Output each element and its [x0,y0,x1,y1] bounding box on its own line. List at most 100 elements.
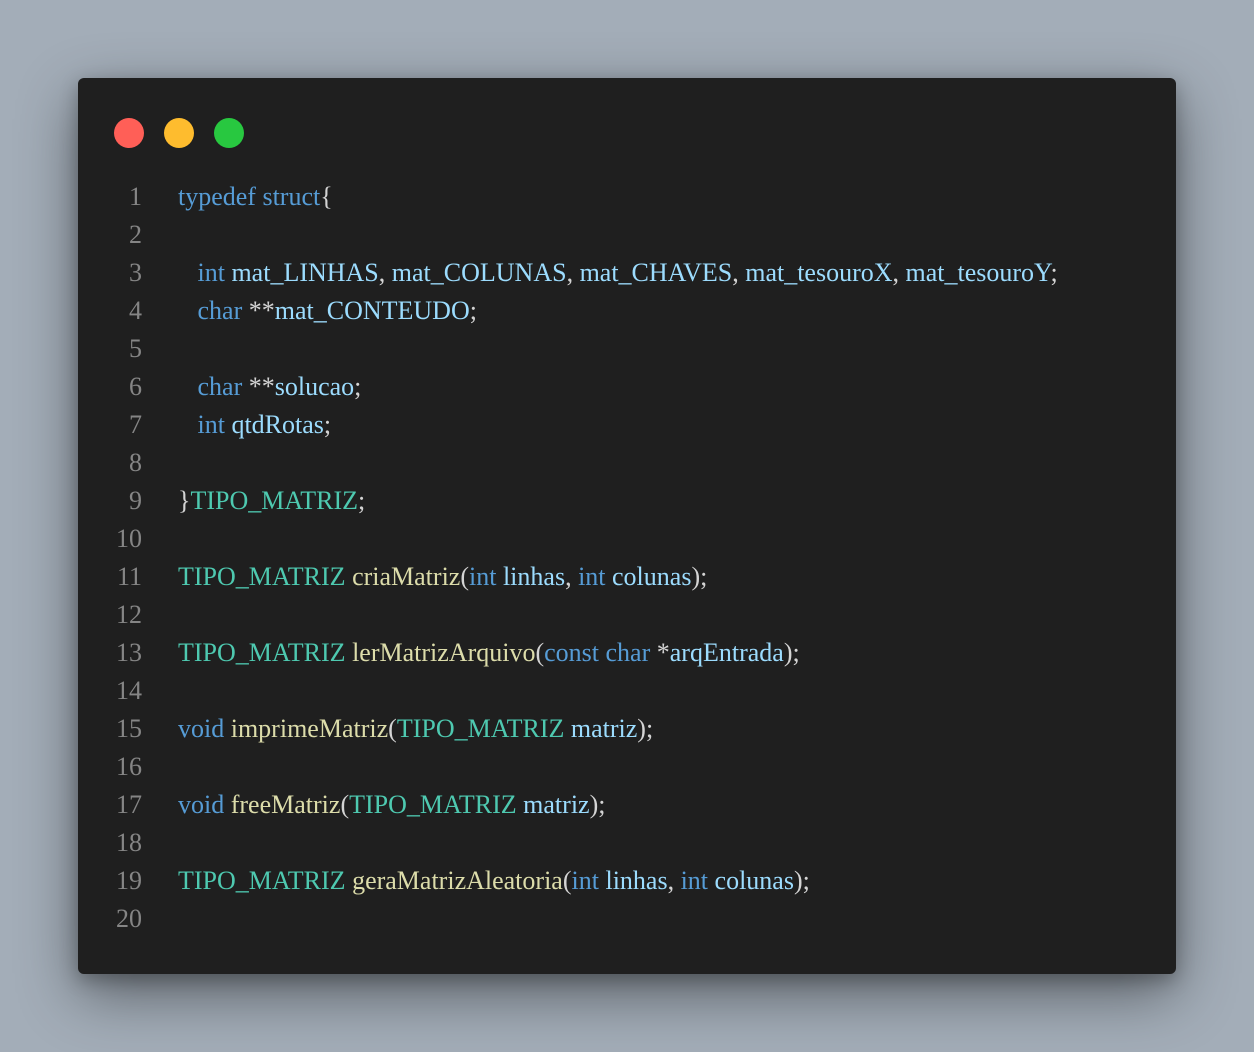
code-token-punctuation: * [650,638,670,667]
code-token-variable: solucao [274,372,355,401]
code-token-punctuation: ** [242,372,275,401]
code-token-type: TIPO_MATRIZ [178,866,346,895]
code-token-type: TIPO_MATRIZ [349,790,517,819]
code-token-punctuation: { [320,182,333,211]
code-token-punctuation: ( [535,638,545,667]
code-token-variable: matriz [523,790,590,819]
code-window: 1 typedef struct{2 3 int mat_LINHAS, mat_C… [78,78,1176,974]
code-token-type: TIPO_MATRIZ [190,486,359,515]
code-line: 18 [78,824,1176,862]
code-token-function: imprimeMatriz [230,714,389,743]
line-number: 17 [116,790,142,819]
code-line: 12 [78,596,1176,634]
code-token-variable: mat_CONTEUDO [274,296,470,325]
line-number: 20 [116,904,142,933]
code-token-function: freeMatriz [230,790,341,819]
code-token-punctuation: ** [242,296,275,325]
code-token-variable: mat_CHAVES [579,258,733,287]
line-number: 11 [116,562,142,591]
code-token-type: TIPO_MATRIZ [178,638,346,667]
code-text: TIPO_MATRIZ geraMatrizAleatoria( int linh… [178,862,810,900]
code-line: 6 char **solucao; [78,368,1176,406]
code-token-variable: colunas [714,866,794,895]
code-token-type: TIPO_MATRIZ [396,714,565,743]
line-number: 6 [129,372,142,401]
code-text: void freeMatriz(TIPO_MATRIZ matriz); [178,786,605,824]
line-number: 14 [116,676,142,705]
code-token-keyword: char [197,372,243,401]
line-number: 9 [129,486,142,515]
code-editor[interactable]: 1 typedef struct{2 3 int mat_LINHAS, mat_C… [78,178,1176,938]
code-token-variable: qtdRotas [231,410,324,439]
code-line: 1 typedef struct{ [78,178,1176,216]
line-number: 12 [116,600,142,629]
code-token-punctuation: , [566,258,580,287]
code-token-punctuation: , [892,258,906,287]
code-line: 13 TIPO_MATRIZ lerMatrizArquivo(const cha… [78,634,1176,672]
code-token-keyword: void [178,790,225,819]
minimize-button[interactable] [164,118,194,148]
line-number: 4 [129,296,142,325]
code-token-variable: mat_tesouroX [745,258,893,287]
code-token-punctuation: } [178,486,191,515]
code-token-keyword: int [197,410,225,439]
line-number: 3 [129,258,142,287]
code-token-punctuation: ( [460,562,469,591]
code-token-punctuation: ); [691,562,708,591]
code-token-punctuation [178,296,198,325]
code-line: 14 [78,672,1176,710]
code-text: TIPO_MATRIZ lerMatrizArquivo(const char … [178,634,800,672]
code-token-punctuation: ( [562,866,572,895]
code-token-punctuation: ; [323,410,332,439]
code-token-keyword: char [605,638,651,667]
line-number: 8 [129,448,142,477]
code-line: 4 char **mat_CONTEUDO; [78,292,1176,330]
code-token-variable: mat_tesouroY [905,258,1051,287]
code-text: char **solucao; [178,368,362,406]
code-token-punctuation: ); [637,714,654,743]
code-token-variable: colunas [612,562,692,591]
line-number: 5 [129,334,142,363]
code-token-variable: arqEntrada [669,638,784,667]
code-token-punctuation [178,410,198,439]
maximize-button[interactable] [214,118,244,148]
code-token-keyword: int [680,866,709,895]
line-number: 16 [116,752,142,781]
code-token-keyword: typedef [178,182,256,211]
code-token-variable: matriz [570,714,638,743]
code-token-punctuation: ; [354,372,362,401]
code-token-variable: linhas [605,866,668,895]
code-token-punctuation [178,372,198,401]
code-token-punctuation: ( [340,790,350,819]
line-number: 18 [116,828,142,857]
code-token-function: geraMatrizAleatoria [352,866,563,895]
code-line: 2 [78,216,1176,254]
code-text: char **mat_CONTEUDO; [178,292,477,330]
code-text: void imprimeMatriz(TIPO_MATRIZ matriz); [178,710,653,748]
code-token-keyword: char [197,296,243,325]
code-token-punctuation: ; [1050,258,1058,287]
code-token-variable: mat_COLUNAS [391,258,567,287]
code-text: }TIPO_MATRIZ; [178,482,365,520]
code-token-keyword: int [469,562,497,591]
line-number: 2 [129,220,142,249]
code-line: 15 void imprimeMatriz(TIPO_MATRIZ matriz)… [78,710,1176,748]
code-token-punctuation: , [565,562,579,591]
code-line: 19 TIPO_MATRIZ geraMatrizAleatoria( int li… [78,862,1176,900]
code-token-punctuation: ; [469,296,477,325]
code-line: 3 int mat_LINHAS, mat_COLUNAS, mat_CHAVE… [78,254,1176,292]
line-number: 19 [116,866,142,895]
line-number: 1 [129,182,142,211]
close-button[interactable] [114,118,144,148]
code-token-keyword: int [197,258,225,287]
code-line: 5 [78,330,1176,368]
code-token-punctuation: , [378,258,392,287]
line-number: 10 [116,524,142,553]
code-line: 16 [78,748,1176,786]
window-controls [114,118,244,148]
line-number: 13 [116,638,142,667]
code-token-function: criaMatriz [352,562,461,591]
code-token-punctuation: ); [589,790,606,819]
line-number: 15 [116,714,142,743]
code-line: 17 void freeMatriz(TIPO_MATRIZ matriz); [78,786,1176,824]
